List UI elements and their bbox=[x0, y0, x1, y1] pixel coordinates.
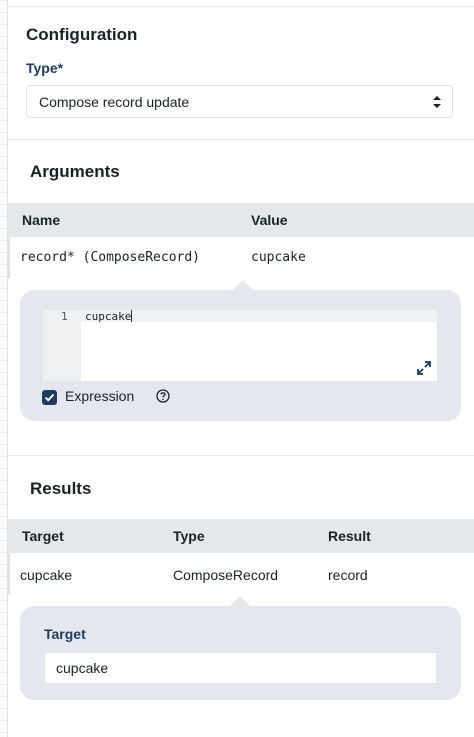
arguments-table-header: Name Value bbox=[8, 203, 474, 237]
expression-checkbox[interactable] bbox=[42, 390, 57, 405]
editor-code[interactable]: cupcake bbox=[85, 310, 133, 323]
target-label: Target bbox=[44, 626, 86, 642]
column-result: Result bbox=[328, 528, 371, 544]
results-title: Results bbox=[30, 479, 92, 498]
column-value: Value bbox=[251, 212, 288, 228]
results-table-header: Target Type Result bbox=[8, 519, 474, 553]
top-divider bbox=[8, 6, 474, 7]
argument-name[interactable]: record* (ComposeRecord) bbox=[20, 250, 200, 265]
text-cursor bbox=[131, 310, 133, 322]
section-divider bbox=[8, 455, 474, 456]
step-configurator-panel: Configuration Type* Compose record updat… bbox=[8, 0, 474, 737]
target-input-value: cupcake bbox=[56, 660, 109, 676]
line-number: 1 bbox=[61, 310, 68, 323]
expand-icon[interactable] bbox=[417, 361, 431, 375]
expression-label: Expression bbox=[65, 388, 135, 404]
bubble-pointer bbox=[233, 280, 253, 290]
argument-value[interactable]: cupcake bbox=[251, 250, 306, 265]
expression-editor[interactable]: 1 cupcake bbox=[42, 309, 438, 382]
row-indicator bbox=[8, 237, 10, 279]
bubble-pointer bbox=[230, 596, 250, 606]
result-name[interactable]: record bbox=[328, 567, 368, 583]
column-target: Target bbox=[22, 528, 64, 544]
section-divider bbox=[8, 139, 474, 140]
code-text: cupcake bbox=[85, 310, 132, 323]
result-type[interactable]: ComposeRecord bbox=[173, 567, 278, 583]
active-line bbox=[81, 310, 437, 322]
check-icon bbox=[44, 393, 55, 402]
canvas-grid-strip bbox=[0, 0, 8, 737]
result-target[interactable]: cupcake bbox=[20, 567, 72, 583]
type-select-value: Compose record update bbox=[39, 94, 190, 110]
arguments-title: Arguments bbox=[30, 162, 120, 181]
configuration-title: Configuration bbox=[26, 25, 138, 44]
column-type: Type bbox=[173, 528, 205, 544]
argument-editor-bubble: 1 cupcake Expression bbox=[20, 290, 461, 421]
row-indicator bbox=[8, 553, 10, 595]
column-name: Name bbox=[22, 212, 61, 228]
select-arrows-icon bbox=[433, 96, 441, 108]
type-select[interactable]: Compose record update bbox=[26, 85, 453, 118]
help-icon[interactable] bbox=[156, 389, 170, 403]
target-input[interactable]: cupcake bbox=[44, 652, 437, 684]
result-target-bubble: Target cupcake bbox=[20, 606, 461, 700]
type-label: Type* bbox=[26, 60, 64, 76]
